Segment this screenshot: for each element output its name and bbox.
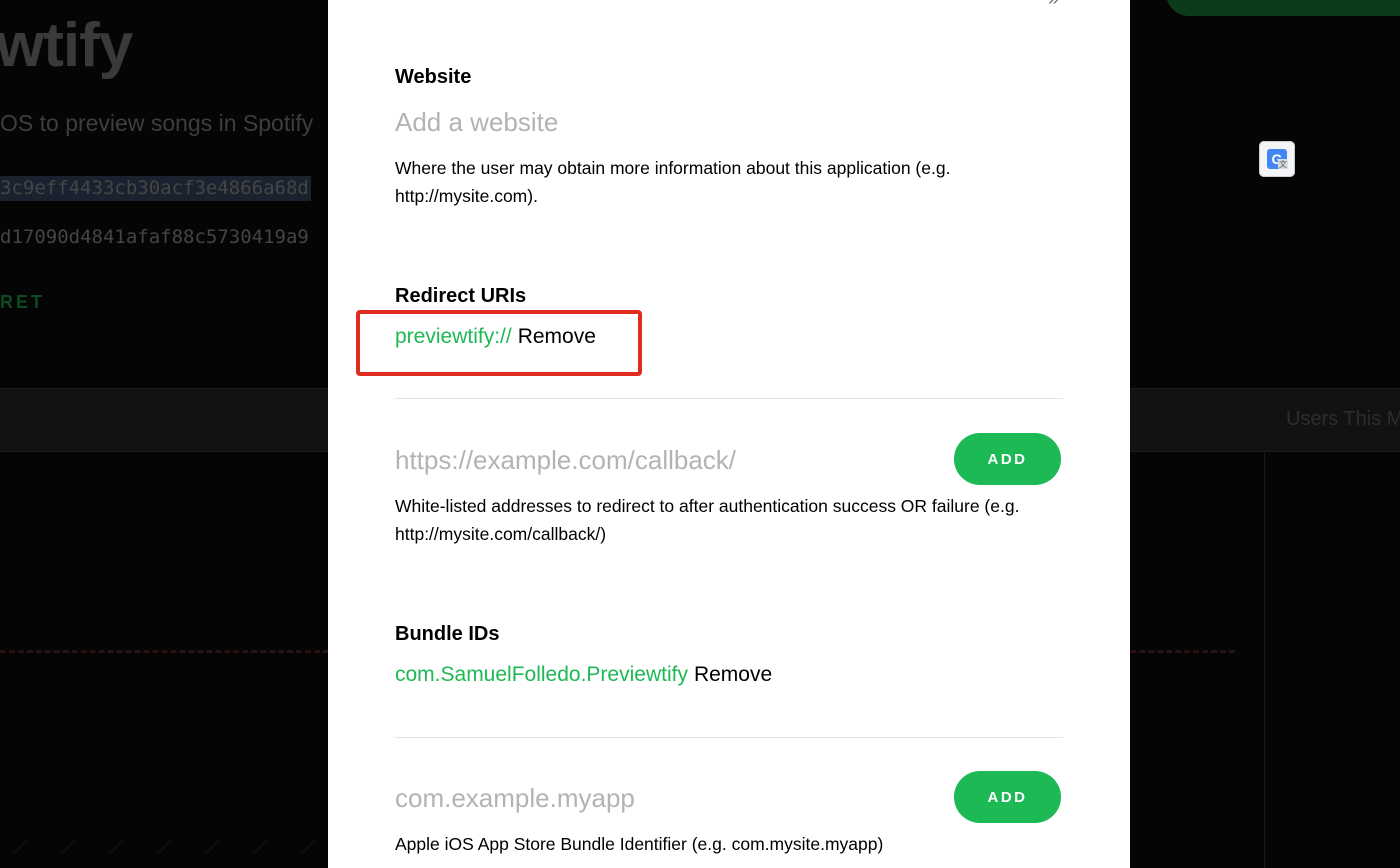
- website-help-text: Where the user may obtain more informati…: [395, 158, 951, 206]
- bundle-ids-help-text: Apple iOS App Store Bundle Identifier (e…: [395, 834, 884, 854]
- close-icon[interactable]: »: [1048, 0, 1059, 11]
- client-secret: d17090d4841afaf88c5730419a9: [0, 226, 309, 248]
- translate-extension-icon[interactable]: G 文: [1259, 141, 1295, 177]
- redirect-uris-section-title: Redirect URIs: [395, 285, 527, 307]
- stats-divider: [1264, 450, 1265, 868]
- app-description: OS to preview songs in Spotify: [0, 110, 314, 136]
- app-title: wtify: [0, 11, 133, 80]
- annotation-highlight-box: [356, 310, 642, 376]
- bundle-ids-divider: [395, 737, 1063, 738]
- website-section-title: Website: [395, 66, 472, 88]
- bundle-id-entry: com.SamuelFolledo.Previewtify Remove: [395, 663, 772, 687]
- users-this-month-label: Users This M: [1286, 408, 1400, 430]
- redirect-uris-divider: [395, 398, 1063, 399]
- bundle-id-value[interactable]: com.SamuelFolledo.Previewtify: [395, 663, 688, 686]
- website-input[interactable]: [395, 104, 995, 140]
- chart-tick-mark: ——: [249, 836, 271, 859]
- edit-settings-modal: » Website Where the user may obtain more…: [328, 0, 1130, 868]
- redirect-uri-input[interactable]: [395, 442, 935, 478]
- client-id: 3c9eff4433cb30acf3e4866a68d: [0, 176, 311, 201]
- add-bundle-id-button[interactable]: ADD: [954, 771, 1061, 823]
- edit-settings-button[interactable]: [1166, 0, 1400, 16]
- chart-tick-mark: ——: [57, 836, 79, 859]
- add-redirect-uri-button[interactable]: ADD: [954, 433, 1061, 485]
- remove-bundle-id-link[interactable]: Remove: [694, 663, 772, 686]
- bundle-id-input[interactable]: [395, 780, 935, 816]
- chart-tick-mark: ——: [201, 836, 223, 859]
- show-client-secret-link[interactable]: RET: [0, 292, 45, 313]
- translate-glyph-icon: 文: [1278, 159, 1288, 169]
- chart-tick-mark: ——: [105, 836, 127, 859]
- bundle-ids-section-title: Bundle IDs: [395, 623, 500, 645]
- redirect-uris-help-text: White-listed addresses to redirect to af…: [395, 496, 1020, 544]
- chart-tick-mark: ——: [297, 836, 319, 859]
- chart-axis-ticks: —— —— —— —— —— —— ——: [0, 828, 330, 868]
- chart-tick-mark: ——: [153, 836, 175, 859]
- chart-tick-mark: ——: [9, 836, 31, 859]
